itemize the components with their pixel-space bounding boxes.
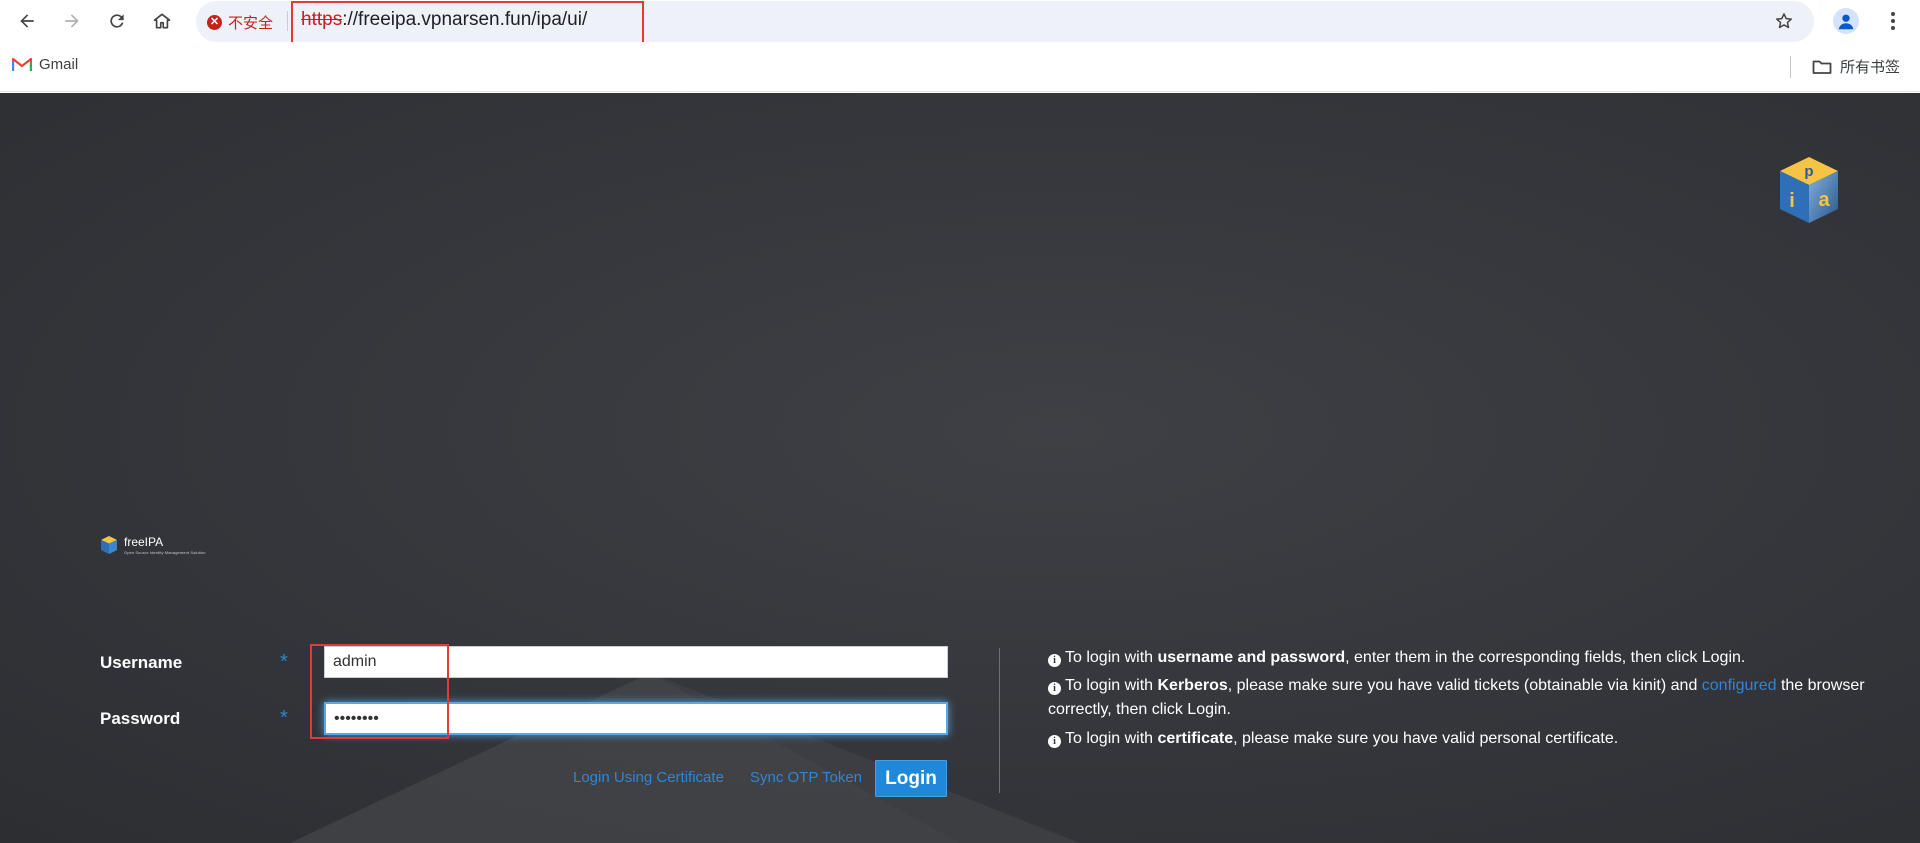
sync-otp-link[interactable]: Sync OTP Token [750,769,862,786]
password-required-marker: * [280,707,288,729]
reload-button[interactable] [101,5,133,37]
security-chip-label: 不安全 [228,14,274,32]
info-line1-post: , enter them in the corresponding fields… [1345,649,1746,666]
back-button[interactable] [11,5,43,37]
browser-toolbar: ✕ 不安全 https://freeipa.vpnarsen.fun/ipa/u… [0,0,1920,44]
credentials-highlight-box [310,644,449,739]
info-icon: i [1048,682,1061,695]
profile-avatar[interactable] [1833,8,1859,34]
svg-text:a: a [1818,189,1830,211]
arrow-left-icon [20,14,34,28]
password-label: Password [100,709,181,728]
info-line-certificate: i To login with certificate, please make … [1048,727,1868,751]
info-line2-pre: To login with [1065,677,1158,694]
info-icon: i [1048,654,1061,667]
browser-menu-button[interactable] [1878,5,1908,37]
bookmarks-divider [1790,56,1791,78]
bookmarks-bar: Gmail 所有书签 [0,42,1920,92]
arrow-right-icon [65,14,79,28]
home-icon [153,13,171,29]
info-line-kerberos: i To login with Kerberos, please make sur… [1048,674,1868,722]
folder-icon [1812,60,1832,74]
not-secure-icon: ✕ [207,14,222,30]
security-chip[interactable]: ✕ 不安全 [207,11,273,33]
svg-text:p: p [1804,163,1813,180]
freeipa-brand-tagline: Open Source Identity Management Solution [124,550,206,555]
freeipa-small-cube-icon [101,536,117,554]
bookmark-star-button[interactable] [1768,5,1800,37]
chip-divider [287,11,288,31]
form-info-divider [999,648,1000,793]
url-highlight-box [291,1,644,44]
person-icon [1838,14,1854,30]
home-button[interactable] [146,5,178,37]
login-page: p i a freeIPA Open Source Identity Manag… [0,93,1920,843]
info-line2-mid: , please make sure you have valid ticket… [1227,677,1702,694]
freeipa-brand-text: freeIPA Open Source Identity Management … [124,535,206,555]
more-vert-icon [1891,12,1895,30]
info-line2-bold: Kerberos [1157,677,1228,694]
all-bookmarks-label: 所有书签 [1840,59,1901,76]
freeipa-brand: freeIPA Open Source Identity Management … [100,535,206,555]
reload-icon [110,14,124,28]
ipa-cube-logo: p i a [1780,157,1838,223]
info-line3-pre: To login with [1065,730,1158,747]
gmail-icon [12,57,32,71]
info-line3-post: , please make sure you have valid person… [1233,730,1619,747]
username-required-marker: * [280,651,288,673]
freeipa-brand-name: freeIPA [124,535,164,549]
bookmark-gmail[interactable]: Gmail [12,56,78,73]
info-line3-bold: certificate [1157,730,1234,747]
login-button[interactable]: Login [875,760,947,797]
info-line1-pre: To login with [1065,649,1158,666]
svg-text:i: i [1789,190,1795,212]
info-line-password: i To login with username and password, en… [1048,646,1868,670]
all-bookmarks-button[interactable]: 所有书签 [1812,56,1900,77]
info-line1-bold: username and password [1157,649,1346,666]
login-certificate-link[interactable]: Login Using Certificate [573,769,724,786]
bookmark-gmail-label: Gmail [39,56,79,73]
forward-button[interactable] [56,5,88,37]
star-icon [1776,13,1792,29]
info-icon: i [1048,735,1061,748]
username-label: Username [100,653,183,672]
configured-link[interactable]: configured [1702,677,1777,694]
